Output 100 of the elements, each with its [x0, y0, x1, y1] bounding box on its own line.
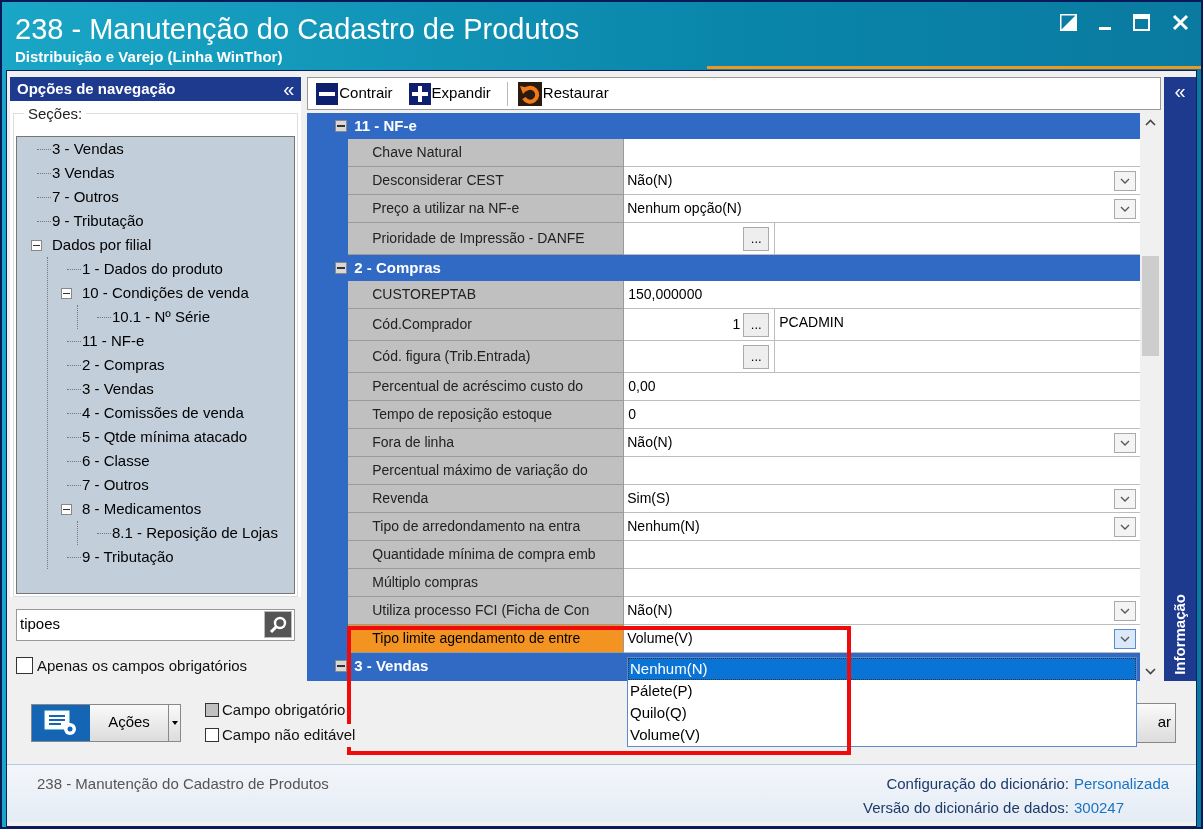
status-label: Configuração do dicionário: [886, 774, 1069, 794]
chevron-down-icon [1120, 205, 1131, 212]
dropdown-field[interactable]: Nenhum(N) [624, 513, 1141, 541]
collapse-icon[interactable] [31, 239, 42, 251]
dropdown-field[interactable]: Nenhum opção(N) [624, 195, 1141, 223]
search-button[interactable] [264, 611, 293, 638]
tree-item[interactable]: 6 - Classe [82, 449, 150, 473]
tree-item[interactable]: 2 - Compras [82, 353, 165, 377]
browse-button[interactable]: ... [743, 344, 770, 369]
group-header: 2 - Compras [354, 257, 441, 278]
maximize-icon[interactable] [1133, 14, 1150, 31]
dropdown-field[interactable]: Não(N) [624, 597, 1141, 625]
chevron-down-icon [1120, 177, 1131, 184]
input-field[interactable] [624, 541, 1141, 569]
dropdown-option[interactable]: Nenhum(N) [628, 658, 1136, 680]
checkbox[interactable] [16, 657, 33, 675]
scroll-up-icon[interactable] [1145, 119, 1157, 126]
collapse-icon[interactable] [335, 660, 348, 672]
dropdown-option[interactable]: Pálete(P) [628, 680, 1136, 702]
restore-layout-icon[interactable] [1060, 14, 1077, 31]
dropdown-option[interactable]: Quilo(Q) [628, 702, 1136, 724]
property-label: Fora de linha [348, 429, 625, 457]
dropdown-button[interactable] [1114, 628, 1137, 649]
tree-item[interactable]: 3 - Vendas [82, 377, 154, 401]
scroll-thumb[interactable] [1142, 256, 1160, 356]
scroll-down-icon[interactable] [1145, 668, 1157, 675]
tree-item[interactable]: 11 - NF-e [82, 329, 145, 353]
toolbar-button[interactable]: Expandir [408, 82, 499, 105]
chevron-down-icon [1120, 523, 1131, 530]
property-label: Preço a utilizar na NF-e [348, 195, 625, 223]
dropdown-field[interactable]: Volume(V) [624, 625, 1141, 653]
minus-icon [316, 82, 339, 105]
dropdown-button[interactable] [1114, 600, 1137, 621]
property-label: Percentual de acréscimo custo do [348, 373, 625, 401]
group-header: 11 - NF-e [354, 115, 417, 136]
property-label: Percentual máximo de variação do [348, 457, 625, 485]
input-field[interactable]: 150,000000 [624, 281, 1141, 309]
browse-button[interactable]: ... [743, 312, 770, 337]
dropdown-button[interactable] [1114, 516, 1137, 537]
toolbar-button[interactable]: Contrair [316, 82, 401, 105]
info-panel-tab[interactable]: Informação [1168, 594, 1192, 675]
collapse-icon[interactable] [61, 287, 72, 299]
tree-item[interactable]: 1 - Dados do produto [82, 257, 223, 281]
tree-item[interactable]: 8.1 - Reposição de Lojas [112, 521, 278, 545]
input-field[interactable] [624, 569, 1141, 597]
group-header: 3 - Vendas [354, 655, 429, 676]
input-field[interactable] [624, 457, 1141, 485]
dropdown-button[interactable] [1114, 432, 1137, 453]
dropdown-field[interactable]: Não(N) [624, 167, 1141, 195]
input-field[interactable] [624, 139, 1141, 167]
dropdown-button[interactable] [1114, 488, 1137, 509]
status-value: 300247 [1074, 797, 1126, 818]
input-field[interactable] [624, 341, 744, 372]
dropdown-button[interactable] [1114, 170, 1137, 191]
dropdown-option[interactable]: Volume(V) [628, 724, 1136, 746]
chevron-down-icon [1120, 635, 1131, 642]
input-field[interactable]: 0 [624, 401, 1141, 429]
dropdown-field[interactable]: Sim(S) [624, 485, 1141, 513]
property-label: Tempo de reposição estoque [348, 401, 625, 429]
collapse-panel-button[interactable]: « [1174, 81, 1186, 101]
close-icon[interactable] [1172, 14, 1189, 31]
property-label: Desconsiderar CEST [348, 167, 625, 195]
collapse-icon[interactable] [335, 262, 348, 274]
property-label: Prioridade de Impressão - DANFE [348, 223, 625, 255]
input-field[interactable]: 1 [624, 309, 744, 340]
actions-button[interactable]: Ações [31, 703, 181, 742]
property-label: Cód. figura (Trib.Entrada) [348, 341, 625, 373]
property-label: CUSTOREPTAB [348, 281, 625, 309]
dropdown-field[interactable]: Não(N) [624, 429, 1141, 457]
checkbox-label[interactable]: Apenas os campos obrigatórios [37, 654, 248, 677]
tree-item[interactable]: Dados por filial [52, 233, 152, 257]
tree-item[interactable]: 7 - Outros [82, 473, 149, 497]
property-label: Utiliza processo FCI (Ficha de Con [348, 597, 625, 625]
collapse-panel-button[interactable]: « [283, 79, 295, 99]
input-field[interactable] [624, 223, 744, 254]
legend-label: Campo não editável [222, 724, 356, 747]
property-label: Múltiplo compras [348, 569, 625, 597]
tree-item[interactable]: 3 Vendas [52, 161, 115, 185]
tree-item[interactable]: 7 - Outros [52, 185, 119, 209]
property-label: Quantidade mínima de compra emb [348, 541, 625, 569]
browse-button[interactable]: ... [743, 226, 770, 251]
chevron-down-icon [1120, 607, 1131, 614]
dropdown-button[interactable] [1114, 198, 1137, 219]
collapse-icon[interactable] [61, 503, 72, 515]
tree-item[interactable]: 5 - Qtde mínima atacado [82, 425, 248, 449]
tree-item[interactable]: 10.1 - Nº Série [112, 305, 211, 329]
toolbar-button[interactable]: Restaurar [517, 81, 617, 106]
property-label: Tipo de arredondamento na entra [348, 513, 625, 541]
list-settings-icon [44, 709, 78, 736]
search-field[interactable]: tipoes [16, 608, 296, 641]
tree-item[interactable]: 8 - Medicamentos [82, 497, 202, 521]
tree-item[interactable]: 4 - Comissões de venda [82, 401, 244, 425]
tree-item[interactable]: 10 - Condições de venda [82, 281, 249, 305]
input-field[interactable]: 0,00 [624, 373, 1141, 401]
tree-item[interactable]: 9 - Tributação [52, 209, 144, 233]
tree-item[interactable]: 3 - Vendas [52, 137, 124, 161]
chevron-down-icon [1120, 495, 1131, 502]
tree-item[interactable]: 9 - Tributação [82, 545, 174, 569]
search-icon [269, 615, 288, 634]
collapse-icon[interactable] [335, 120, 348, 132]
